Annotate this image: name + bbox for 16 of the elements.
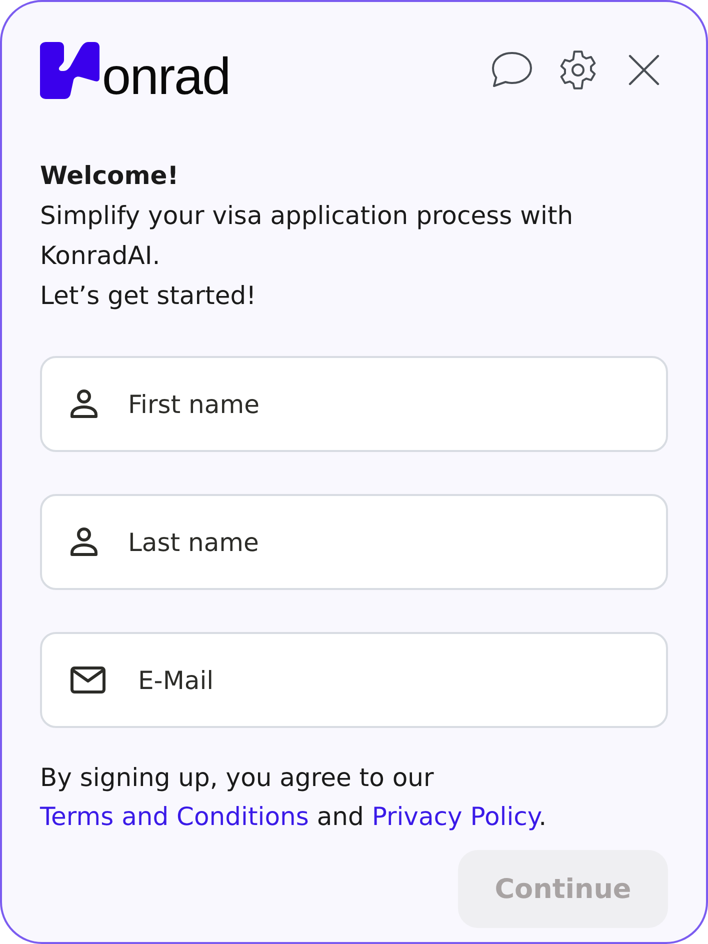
close-icon — [628, 54, 660, 86]
logo-mark-icon — [40, 42, 100, 100]
consent-text: By signing up, you agree to our Terms and Conditions and Privacy Policy. — [40, 762, 548, 833]
name-field[interactable]: Last name — [40, 494, 668, 590]
policy-link[interactable]: Privacy Policy — [372, 802, 539, 831]
chat-icon — [491, 51, 533, 89]
name-field[interactable]: First name — [40, 356, 668, 452]
intro-text: Simplify your visa application process with KonradAI. — [40, 200, 574, 272]
mail-icon — [70, 666, 106, 694]
person-icon — [70, 389, 98, 419]
welcome-heading: Welcome! — [40, 160, 180, 192]
intro-text: Let’s get started! — [40, 280, 258, 312]
logo-text: onrad — [102, 54, 230, 100]
email-field[interactable]: E-Mail — [40, 632, 668, 728]
policy-link[interactable]: Terms and Conditions — [40, 802, 309, 831]
person-icon — [70, 527, 98, 557]
